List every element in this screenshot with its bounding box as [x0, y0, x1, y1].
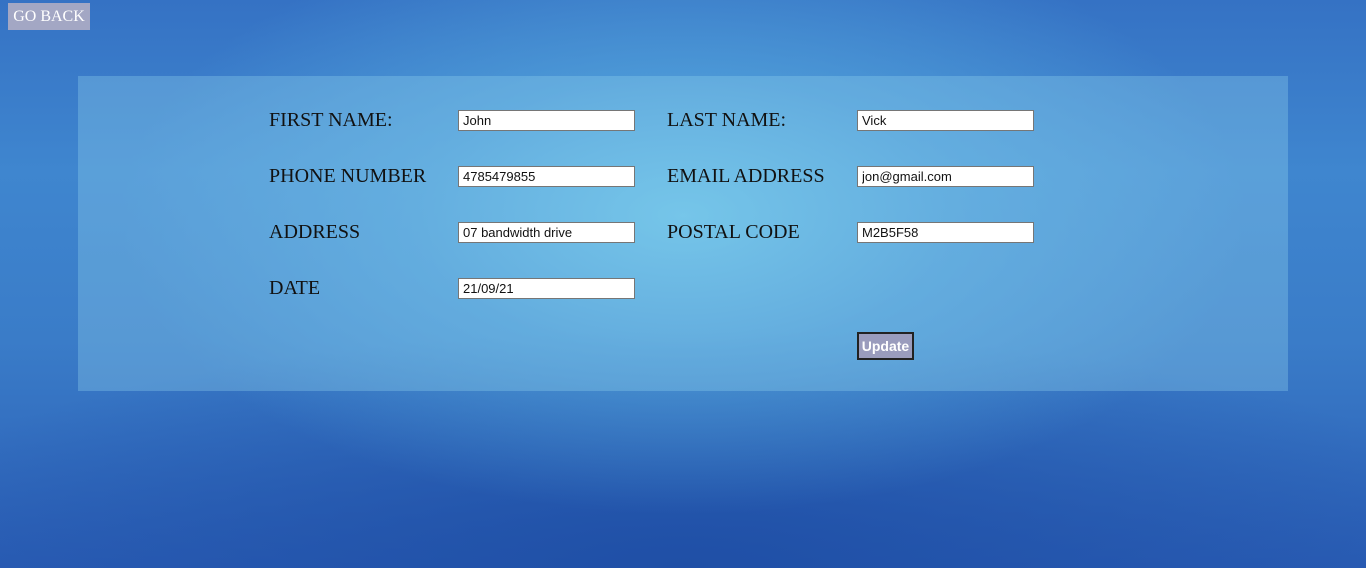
email-address-input[interactable] [857, 166, 1034, 187]
email-address-label: EMAIL ADDRESS [667, 165, 825, 187]
go-back-button[interactable]: GO BACK [8, 3, 90, 30]
first-name-input[interactable] [458, 110, 635, 131]
update-button[interactable]: Update [857, 332, 914, 360]
date-input[interactable] [458, 278, 635, 299]
last-name-label: LAST NAME: [667, 109, 787, 131]
address-label: ADDRESS [269, 221, 361, 243]
first-name-label: FIRST NAME: [269, 109, 393, 131]
postal-code-label: POSTAL CODE [667, 221, 800, 243]
last-name-input[interactable] [857, 110, 1034, 131]
update-form-panel: FIRST NAME: LAST NAME: PHONE NUMBER EMAI… [78, 76, 1288, 391]
date-label: DATE [269, 277, 321, 299]
phone-number-label: PHONE NUMBER [269, 165, 427, 187]
address-input[interactable] [458, 222, 635, 243]
phone-number-input[interactable] [458, 166, 635, 187]
postal-code-input[interactable] [857, 222, 1034, 243]
